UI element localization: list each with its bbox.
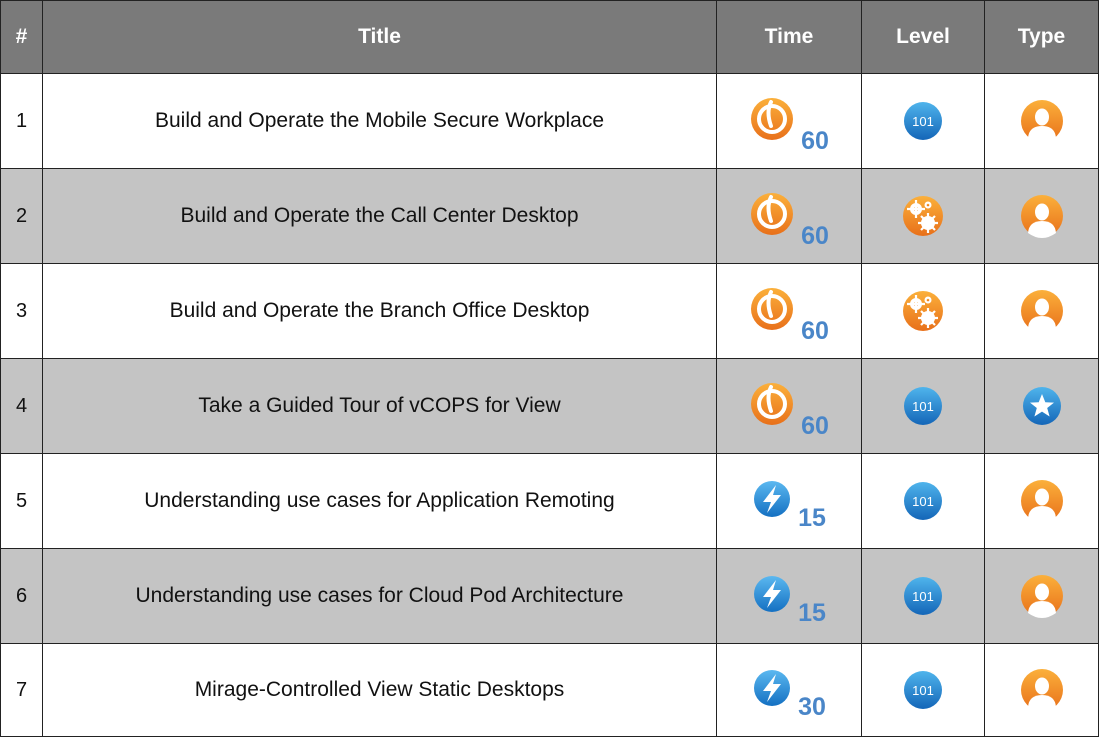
level-101-icon: 101 <box>904 482 942 520</box>
clock-icon <box>751 382 794 425</box>
table-row: 2 Build and Operate the Call Center Deskt… <box>0 168 1099 264</box>
person-icon <box>1020 100 1063 143</box>
row-number: 6 <box>0 548 43 644</box>
header-number: # <box>0 0 43 74</box>
level-cell: 101 <box>861 548 985 644</box>
level-cell: 101 <box>861 643 985 737</box>
row-number: 5 <box>0 453 43 549</box>
row-number: 7 <box>0 643 43 737</box>
header-row: # Title Time Level Type <box>0 0 1099 74</box>
level-cell: 101 <box>861 73 985 169</box>
level-101-label: 101 <box>912 494 934 509</box>
level-101-label: 101 <box>912 399 934 414</box>
lightning-icon <box>754 480 791 517</box>
time-value: 15 <box>798 598 826 627</box>
type-cell <box>984 73 1099 169</box>
row-number: 1 <box>0 73 43 169</box>
time-value: 60 <box>801 221 829 250</box>
time-cell: 15 <box>716 453 862 549</box>
lab-table: # Title Time Level Type 1 Build and Opera… <box>0 0 1099 737</box>
lab-title: Understanding use cases for Application … <box>42 453 717 549</box>
header-type: Type <box>984 0 1099 74</box>
row-number: 4 <box>0 358 43 454</box>
table-row: 5 Understanding use cases for Application… <box>0 453 1099 549</box>
lightning-icon <box>754 669 791 706</box>
time-cell: 60 <box>716 263 862 359</box>
lab-title: Understanding use cases for Cloud Pod Ar… <box>42 548 717 644</box>
time-cell: 60 <box>716 73 862 169</box>
person-icon <box>1020 290 1063 333</box>
level-101-label: 101 <box>912 589 934 604</box>
time-cell: 15 <box>716 548 862 644</box>
lab-title: Take a Guided Tour of vCOPS for View <box>42 358 717 454</box>
header-level: Level <box>861 0 985 74</box>
table-row: 7 Mirage-Controlled View Static Desktops 3… <box>0 643 1099 737</box>
time-value: 60 <box>801 126 829 155</box>
type-cell <box>984 168 1099 264</box>
time-value: 15 <box>798 503 826 532</box>
type-cell <box>984 358 1099 454</box>
type-cell <box>984 548 1099 644</box>
clock-icon <box>751 287 794 330</box>
level-cell: 101 <box>861 453 985 549</box>
level-cell <box>861 263 985 359</box>
time-cell: 60 <box>716 358 862 454</box>
header-time: Time <box>716 0 862 74</box>
level-cell <box>861 168 985 264</box>
person-icon <box>1020 195 1063 238</box>
time-cell: 60 <box>716 168 862 264</box>
time-value: 60 <box>801 411 829 440</box>
time-value: 60 <box>801 316 829 345</box>
level-101-icon: 101 <box>904 387 942 425</box>
level-101-icon: 101 <box>904 102 942 140</box>
row-number: 3 <box>0 263 43 359</box>
lightning-icon <box>754 575 791 612</box>
table-row: 6 Understanding use cases for Cloud Pod A… <box>0 548 1099 644</box>
lab-title: Build and Operate the Mobile Secure Work… <box>42 73 717 169</box>
person-icon <box>1020 575 1063 618</box>
lab-title: Build and Operate the Call Center Deskto… <box>42 168 717 264</box>
level-101-label: 101 <box>912 683 934 698</box>
clock-icon <box>751 97 794 140</box>
type-cell <box>984 453 1099 549</box>
level-cell: 101 <box>861 358 985 454</box>
level-101-icon: 101 <box>904 671 942 709</box>
time-value: 30 <box>798 692 826 721</box>
gears-icon <box>903 291 943 331</box>
type-cell <box>984 263 1099 359</box>
type-cell <box>984 643 1099 737</box>
lab-title: Mirage-Controlled View Static Desktops <box>42 643 717 737</box>
person-icon <box>1020 480 1063 523</box>
table-row: 1 Build and Operate the Mobile Secure Wor… <box>0 73 1099 169</box>
star-icon <box>1022 387 1061 425</box>
table-row: 4 Take a Guided Tour of vCOPS for View 60 1… <box>0 358 1099 454</box>
person-icon <box>1020 669 1063 712</box>
header-title: Title <box>42 0 717 74</box>
level-101-icon: 101 <box>904 577 942 615</box>
gears-icon <box>903 196 943 236</box>
table-row: 3 Build and Operate the Branch Office Des… <box>0 263 1099 359</box>
clock-icon <box>751 192 794 235</box>
lab-title: Build and Operate the Branch Office Desk… <box>42 263 717 359</box>
time-cell: 30 <box>716 643 862 737</box>
row-number: 2 <box>0 168 43 264</box>
level-101-label: 101 <box>912 114 934 129</box>
